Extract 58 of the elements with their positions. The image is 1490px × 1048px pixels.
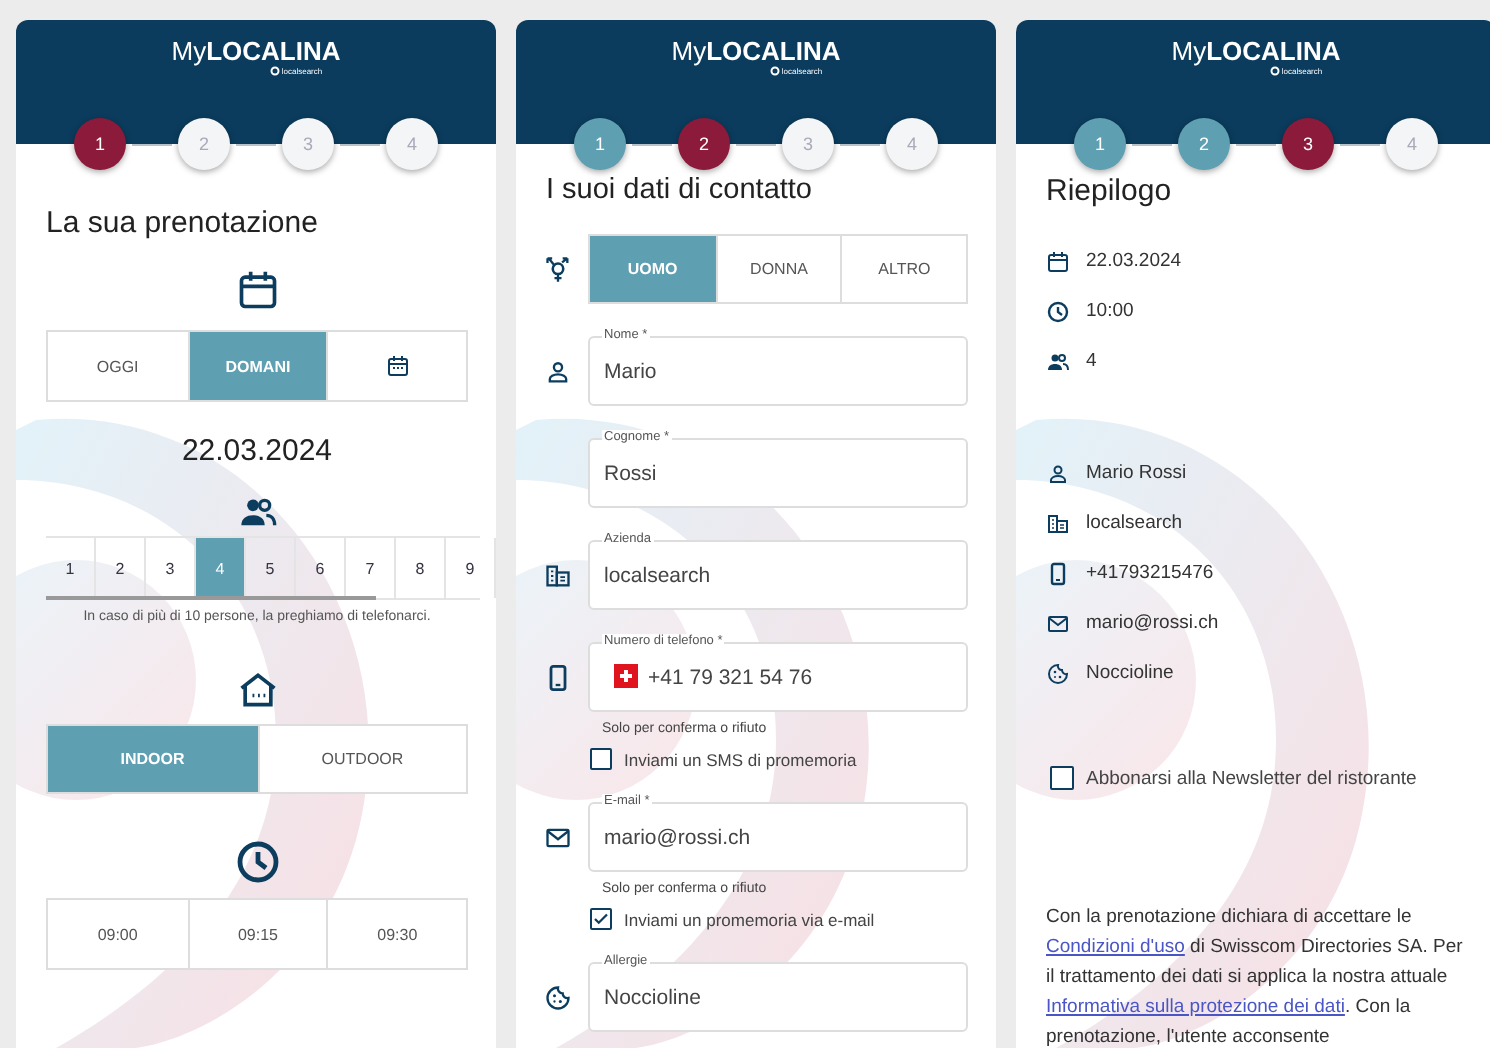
checkbox-label: Abbonarsi alla Newsletter del ristorante bbox=[1086, 767, 1417, 789]
toggle-button[interactable]: 09:00 bbox=[48, 900, 188, 968]
checkbox[interactable] bbox=[1050, 766, 1074, 790]
link[interactable]: Condizioni d'uso bbox=[1046, 936, 1185, 958]
calendar-icon bbox=[235, 268, 279, 312]
summary-text: +41793215476 bbox=[1086, 562, 1214, 584]
summary-text: Mario Rossi bbox=[1086, 462, 1187, 484]
logo-mark-icon bbox=[1269, 66, 1280, 76]
summary-text: Noccioline bbox=[1086, 662, 1174, 684]
checkbox[interactable] bbox=[590, 748, 612, 770]
terms-paragraph: Con la prenotazione dichiara di accettare le Condizioni d'uso di Swisscom Directories SA. Per il trattamento dei dati si applica la nostra attuale Informativa sulla protezione dei dati. Con la prenotazione, l'utente acconsente bbox=[1046, 904, 1465, 1048]
summary-text: localsearch bbox=[1086, 512, 1183, 534]
house-icon bbox=[235, 668, 279, 712]
toggle-button[interactable]: DONNA bbox=[715, 236, 841, 302]
link[interactable]: Informativa sulla protezione dei dati bbox=[1046, 996, 1345, 1018]
summary-text: mario@rossi.ch bbox=[1086, 612, 1219, 634]
calendar-icon bbox=[385, 354, 410, 378]
summary-text: 22.03.2024 bbox=[1086, 250, 1182, 272]
toggle-button[interactable]: OUTDOOR bbox=[257, 726, 466, 792]
page-title: Riepilogo bbox=[1046, 174, 1174, 208]
summary-text: 4 bbox=[1086, 350, 1097, 372]
toggle-button[interactable]: 09:30 bbox=[326, 900, 466, 968]
toggle-button[interactable]: 09:15 bbox=[187, 900, 327, 968]
swiss-flag-icon bbox=[614, 664, 638, 688]
calendar-icon bbox=[1046, 249, 1070, 273]
checkbox-label: Inviami un promemoria via e-mail bbox=[624, 909, 875, 929]
person-icon bbox=[544, 357, 572, 385]
page-title: I suoi dati di contatto bbox=[546, 174, 814, 206]
page-title: La sua prenotazione bbox=[46, 206, 320, 240]
building-icon bbox=[544, 561, 572, 589]
logo-mark-icon bbox=[269, 66, 280, 76]
building-icon bbox=[1046, 511, 1070, 535]
summary-text: 10:00 bbox=[1086, 300, 1134, 322]
app-logo: MyLOCALINA bbox=[671, 36, 841, 66]
checkbox-label: Inviami un SMS di promemoria bbox=[624, 749, 857, 769]
envelope-icon bbox=[544, 823, 572, 851]
checkbox[interactable] bbox=[590, 908, 612, 930]
toggle-button[interactable]: ALTRO bbox=[840, 236, 966, 302]
guest-count-option[interactable]: 9 bbox=[446, 538, 496, 598]
step-indicator[interactable]: 3 bbox=[1282, 118, 1334, 170]
selected-date: 22.03.2024 bbox=[179, 434, 335, 468]
step-indicator[interactable]: 1 bbox=[74, 118, 126, 170]
gender-symbol-icon bbox=[544, 255, 572, 283]
cookie-icon bbox=[544, 983, 572, 1011]
clock-icon bbox=[233, 838, 281, 886]
app-logo: MyLOCALINA bbox=[1171, 36, 1341, 66]
cookie-icon bbox=[1046, 661, 1070, 685]
guest-count-option[interactable]: 8 bbox=[396, 538, 446, 598]
clock-icon bbox=[1046, 299, 1070, 323]
step-indicator[interactable]: 2 bbox=[678, 118, 730, 170]
mobile-phone-icon bbox=[1046, 561, 1070, 585]
people-icon bbox=[1046, 349, 1070, 373]
mobile-phone-icon bbox=[544, 663, 572, 691]
app-logo: MyLOCALINA bbox=[171, 36, 341, 66]
envelope-icon bbox=[1046, 611, 1070, 635]
person-icon bbox=[1046, 461, 1070, 485]
logo-mark-icon bbox=[769, 66, 780, 76]
toggle-button[interactable]: OGGI bbox=[48, 332, 188, 400]
